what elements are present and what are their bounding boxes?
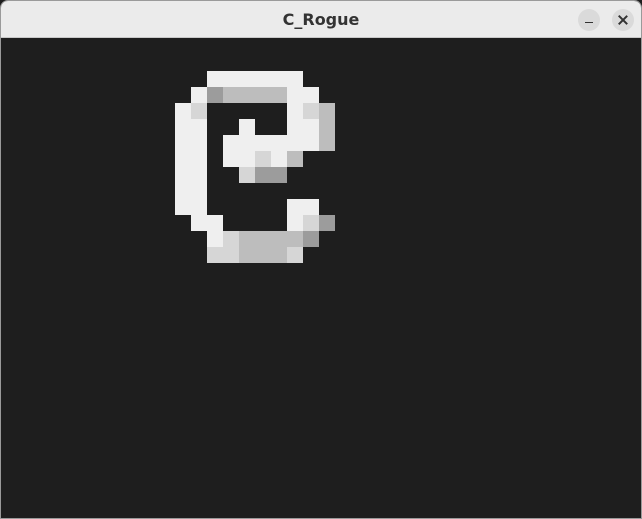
player-at-glyph	[175, 71, 335, 263]
glyph-pixel	[175, 167, 191, 183]
glyph-pixel	[223, 87, 239, 103]
glyph-pixel	[223, 247, 239, 263]
glyph-pixel	[303, 215, 319, 231]
glyph-pixel	[239, 247, 255, 263]
glyph-pixel	[175, 199, 191, 215]
glyph-pixel	[319, 103, 335, 119]
glyph-pixel	[287, 71, 303, 87]
glyph-pixel	[239, 151, 255, 167]
glyph-pixel	[271, 151, 287, 167]
glyph-pixel	[191, 167, 207, 183]
glyph-pixel	[287, 87, 303, 103]
glyph-pixel	[255, 71, 271, 87]
glyph-pixel	[223, 135, 239, 151]
glyph-pixel	[207, 71, 223, 87]
glyph-pixel	[271, 87, 287, 103]
glyph-pixel	[271, 167, 287, 183]
glyph-pixel	[207, 87, 223, 103]
title-bar[interactable]: C_Rogue	[1, 1, 641, 38]
minimize-button[interactable]	[578, 9, 600, 31]
glyph-pixel	[255, 231, 271, 247]
glyph-pixel	[271, 231, 287, 247]
glyph-pixel	[191, 135, 207, 151]
glyph-pixel	[175, 103, 191, 119]
glyph-pixel	[239, 71, 255, 87]
glyph-pixel	[303, 119, 319, 135]
glyph-pixel	[207, 215, 223, 231]
close-button[interactable]	[612, 9, 634, 31]
game-viewport[interactable]	[1, 38, 641, 518]
glyph-pixel	[255, 151, 271, 167]
glyph-pixel	[319, 135, 335, 151]
glyph-pixel	[239, 135, 255, 151]
glyph-pixel	[303, 199, 319, 215]
glyph-pixel	[191, 183, 207, 199]
glyph-pixel	[191, 119, 207, 135]
glyph-pixel	[303, 87, 319, 103]
glyph-pixel	[287, 103, 303, 119]
glyph-pixel	[255, 167, 271, 183]
glyph-pixel	[175, 119, 191, 135]
glyph-pixel	[191, 151, 207, 167]
glyph-pixel	[287, 247, 303, 263]
glyph-pixel	[191, 103, 207, 119]
minimize-icon	[585, 21, 593, 24]
glyph-pixel	[319, 215, 335, 231]
glyph-pixel	[223, 231, 239, 247]
glyph-pixel	[207, 247, 223, 263]
glyph-pixel	[239, 167, 255, 183]
glyph-pixel	[303, 135, 319, 151]
glyph-pixel	[271, 135, 287, 151]
glyph-pixel	[271, 71, 287, 87]
glyph-pixel	[175, 151, 191, 167]
glyph-pixel	[191, 215, 207, 231]
glyph-pixel	[319, 119, 335, 135]
glyph-pixel	[175, 183, 191, 199]
glyph-pixel	[223, 151, 239, 167]
player-at-icon	[175, 71, 335, 263]
glyph-pixel	[287, 135, 303, 151]
glyph-pixel	[287, 199, 303, 215]
glyph-pixel	[175, 135, 191, 151]
glyph-pixel	[287, 215, 303, 231]
glyph-pixel	[191, 87, 207, 103]
glyph-pixel	[255, 135, 271, 151]
glyph-pixel	[239, 119, 255, 135]
glyph-pixel	[207, 231, 223, 247]
glyph-pixel	[255, 87, 271, 103]
game-window: C_Rogue	[0, 0, 642, 519]
glyph-pixel	[255, 247, 271, 263]
glyph-pixel	[287, 151, 303, 167]
glyph-pixel	[191, 199, 207, 215]
glyph-pixel	[223, 71, 239, 87]
glyph-pixel	[303, 103, 319, 119]
glyph-pixel	[239, 231, 255, 247]
glyph-pixel	[287, 119, 303, 135]
glyph-pixel	[271, 247, 287, 263]
glyph-pixel	[239, 87, 255, 103]
close-icon	[618, 15, 628, 25]
window-title: C_Rogue	[282, 10, 360, 29]
glyph-pixel	[287, 231, 303, 247]
glyph-pixel	[303, 231, 319, 247]
